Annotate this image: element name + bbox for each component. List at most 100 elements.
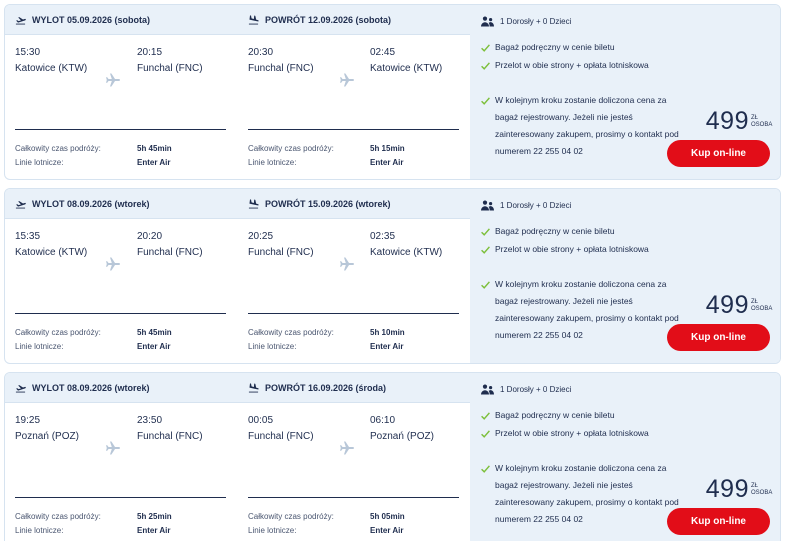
return-departure-city: Funchal (FNC)	[248, 431, 314, 442]
return-arrival-city: Katowice (KTW)	[370, 247, 443, 258]
price-unit: ZŁ OSOBA	[751, 483, 772, 497]
outbound-divider	[15, 129, 226, 130]
passengers: 1 Dorosły + 0 Dzieci	[481, 16, 571, 27]
plane-icon	[339, 72, 355, 88]
feature-text: W kolejnym kroku zostanie doliczona cena…	[495, 95, 679, 156]
outbound-airline: Enter Air	[137, 526, 171, 535]
price-per: OSOBA	[751, 122, 773, 128]
outbound-title-text: WYLOT 05.09.2026 (sobota)	[32, 14, 151, 25]
landing-icon	[248, 199, 259, 209]
takeoff-icon	[15, 385, 26, 393]
return-departure-city: Funchal (FNC)	[248, 247, 314, 258]
outbound-arrival-time: 20:15	[137, 47, 163, 58]
feature-item: W kolejnym kroku zostanie doliczona cena…	[481, 92, 681, 160]
outbound-departure-time: 19:25	[15, 415, 41, 426]
return-airline-label: Linie lotnicze:	[248, 342, 297, 351]
outbound-duration-label: Całkowity czas podróży:	[15, 144, 101, 153]
outbound-airline-label: Linie lotnicze:	[15, 526, 64, 535]
feature-item: Bagaż podręczny w cenie biletu	[481, 223, 681, 240]
passengers-text: 1 Dorosły + 0 Dzieci	[500, 17, 572, 26]
feature-text: Bagaż podręczny w cenie biletu	[495, 226, 615, 236]
price-unit: ZŁ OSOBA	[751, 299, 773, 313]
passengers-text: 1 Dorosły + 0 Dzieci	[500, 385, 572, 394]
return-divider	[248, 497, 459, 498]
return-airline: Enter Air	[370, 158, 404, 167]
outbound-arrival-time: 20:20	[137, 231, 163, 242]
card-header: WYLOT 08.09.2026 (wtorek) POWRÓT 16.09.2…	[5, 373, 470, 403]
return-airline-label: Linie lotnicze:	[248, 158, 297, 167]
landing-icon	[248, 15, 259, 25]
card-header: WYLOT 08.09.2026 (wtorek) POWRÓT 15.09.2…	[5, 189, 470, 219]
outbound-departure-city: Katowice (KTW)	[15, 247, 88, 258]
outbound-departure-city: Poznań (POZ)	[15, 431, 79, 442]
return-arrival-time: 06:10	[370, 415, 396, 426]
return-title: POWRÓT 15.09.2026 (wtorek)	[248, 198, 391, 209]
buy-online-button[interactable]: Kup on-line	[667, 508, 770, 535]
feature-text: Przelot w obie strony + opłata lotniskow…	[495, 244, 649, 254]
return-divider	[248, 313, 459, 314]
plane-icon	[339, 256, 355, 272]
price-value: 499	[705, 475, 749, 503]
return-airline-label: Linie lotnicze:	[248, 526, 297, 535]
price-value: 499	[705, 291, 749, 319]
check-icon	[481, 62, 490, 70]
return-airline: Enter Air	[370, 342, 404, 351]
price-per: OSOBA	[751, 306, 773, 312]
feature-item: Przelot w obie strony + opłata lotniskow…	[481, 425, 681, 442]
feature-text: Przelot w obie strony + opłata lotniskow…	[495, 428, 649, 438]
outbound-arrival-city: Funchal (FNC)	[137, 247, 203, 258]
check-icon	[481, 412, 490, 420]
flight-offer-card: WYLOT 08.09.2026 (wtorek) POWRÓT 16.09.2…	[4, 372, 781, 541]
outbound-arrival-city: Funchal (FNC)	[137, 63, 203, 74]
feature-item: Bagaż podręczny w cenie biletu	[481, 407, 681, 424]
feature-text: Przelot w obie strony + opłata lotniskow…	[495, 60, 649, 70]
passengers-text: 1 Dorosły + 0 Dzieci	[500, 201, 572, 210]
check-icon	[481, 465, 490, 473]
return-duration-label: Całkowity czas podróży:	[248, 144, 334, 153]
outbound-divider	[15, 313, 226, 314]
outbound-airline: Enter Air	[137, 158, 171, 167]
outbound-arrival-city: Funchal (FNC)	[137, 431, 203, 442]
return-arrival-city: Katowice (KTW)	[370, 63, 443, 74]
return-airline: Enter Air	[370, 526, 404, 535]
return-departure-time: 20:30	[248, 47, 274, 58]
outbound-arrival-time: 23:50	[137, 415, 163, 426]
return-arrival-time: 02:35	[370, 231, 396, 242]
outbound-title-text: WYLOT 08.09.2026 (wtorek)	[32, 198, 150, 209]
outbound-duration-label: Całkowity czas podróży:	[15, 512, 101, 521]
feature-text: Bagaż podręczny w cenie biletu	[495, 410, 615, 420]
return-departure-time: 00:05	[248, 415, 274, 426]
check-icon	[481, 281, 490, 289]
people-icon	[481, 384, 494, 395]
outbound-title: WYLOT 08.09.2026 (wtorek)	[15, 382, 150, 393]
plane-icon	[339, 440, 355, 456]
return-title: POWRÓT 16.09.2026 (środa)	[248, 382, 386, 393]
return-duration: 5h 15min	[370, 144, 405, 153]
card-header: WYLOT 05.09.2026 (sobota) POWRÓT 12.09.2…	[5, 5, 470, 35]
outbound-title: WYLOT 08.09.2026 (wtorek)	[15, 198, 150, 209]
outbound-departure-time: 15:35	[15, 231, 41, 242]
feature-item: Przelot w obie strony + opłata lotniskow…	[481, 241, 681, 258]
currency: ZŁ	[751, 115, 759, 121]
takeoff-icon	[15, 17, 26, 25]
return-duration: 5h 05min	[370, 512, 405, 521]
outbound-title: WYLOT 05.09.2026 (sobota)	[15, 14, 150, 25]
takeoff-icon	[15, 201, 26, 209]
feature-item: Bagaż podręczny w cenie biletu	[481, 39, 681, 56]
buy-online-button[interactable]: Kup on-line	[667, 140, 770, 167]
return-departure-city: Funchal (FNC)	[248, 63, 314, 74]
landing-icon	[248, 383, 259, 393]
feature-text: W kolejnym kroku zostanie doliczona cena…	[495, 279, 679, 340]
check-icon	[481, 246, 490, 254]
return-title: POWRÓT 12.09.2026 (sobota)	[248, 14, 391, 25]
outbound-duration: 5h 25min	[137, 512, 172, 521]
price-unit: ZŁ OSOBA	[751, 115, 773, 129]
outbound-duration-label: Całkowity czas podróży:	[15, 328, 101, 337]
buy-online-button[interactable]: Kup on-line	[667, 324, 770, 351]
check-icon	[481, 97, 490, 105]
outbound-departure-city: Katowice (KTW)	[15, 63, 88, 74]
flight-offer-card: WYLOT 08.09.2026 (wtorek) POWRÓT 15.09.2…	[4, 188, 781, 364]
feature-item: W kolejnym kroku zostanie doliczona cena…	[481, 460, 681, 528]
return-duration-label: Całkowity czas podróży:	[248, 328, 334, 337]
outbound-duration: 5h 45min	[137, 144, 172, 153]
